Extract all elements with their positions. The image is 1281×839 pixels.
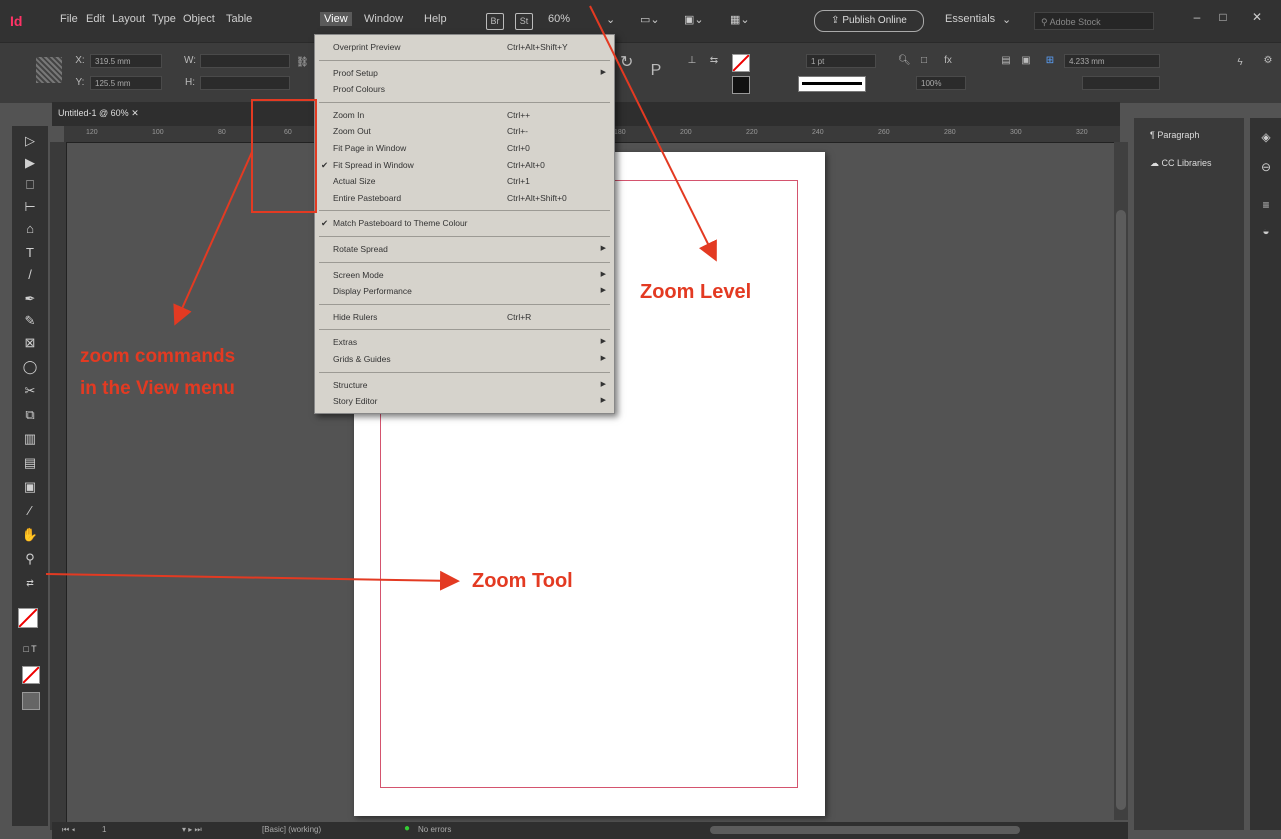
- annotation-zoom-level: Zoom Level: [640, 281, 752, 303]
- zoom-commands-bracket: [251, 99, 317, 213]
- zoom-commands-arrow: [173, 151, 253, 326]
- zoom-level-arrow: [589, 5, 717, 262]
- annotation-arrows: [45, 5, 717, 591]
- annotation-zoom-tool: Zoom Tool: [472, 570, 573, 592]
- zoom-tool-arrow: [45, 570, 460, 591]
- annotation-view-menu: in the View menu: [80, 378, 235, 399]
- annotation-zoom-commands: zoom commands: [80, 346, 236, 367]
